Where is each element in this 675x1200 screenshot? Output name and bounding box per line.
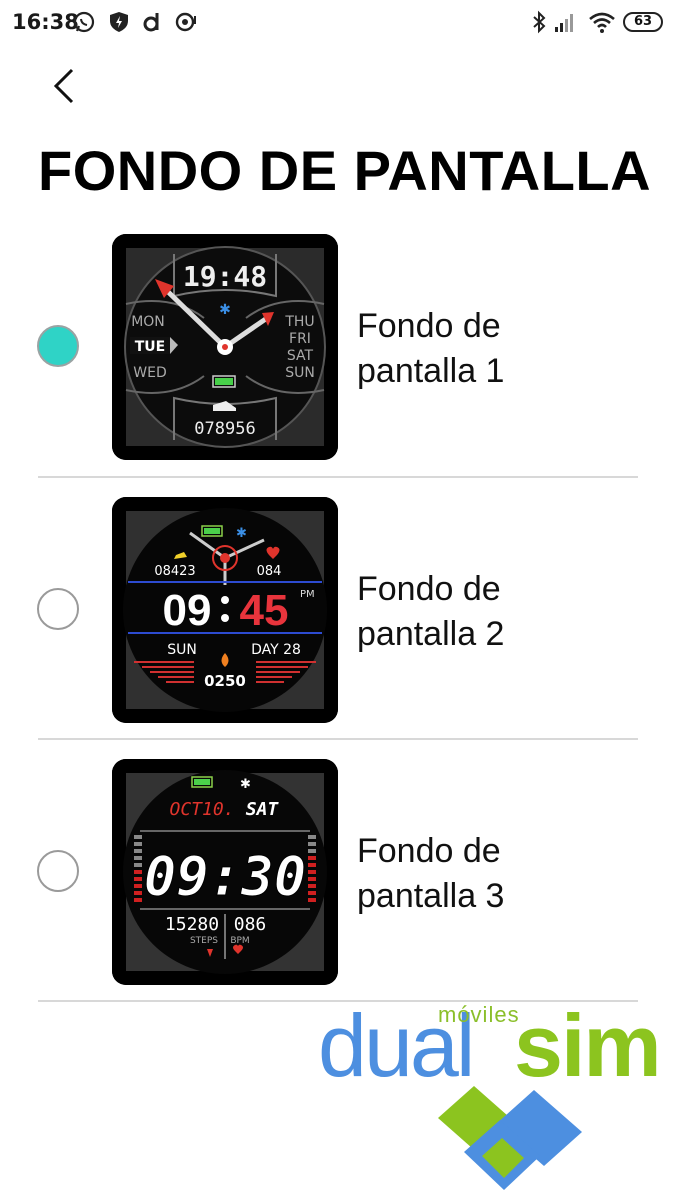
watch-face-thumbnail-1[interactable]: 19:48 ✱ MON TUE WED THU FRI SAT SUN 0789…	[112, 234, 338, 460]
watch-face-thumbnail-3[interactable]: ✱ OCT10. SAT 09:30 15280 086 STEPS BPM	[112, 759, 338, 985]
wallpaper-item-2[interactable]: ✱ 08423 084 09 45 PM SUN DAY 28 0250 Fon…	[0, 477, 675, 740]
back-button[interactable]	[44, 62, 84, 110]
radio-button-1[interactable]	[37, 325, 79, 367]
radio-button-3[interactable]	[37, 850, 79, 892]
face1-day-thu: THU	[284, 314, 314, 330]
wallpaper-item-3[interactable]: ✱ OCT10. SAT 09:30 15280 086 STEPS BPM F…	[0, 739, 675, 1002]
camera-app-icon	[175, 12, 196, 32]
bluetooth-icon	[533, 10, 546, 34]
wifi-icon	[589, 12, 615, 33]
face3-time: 09:30	[144, 845, 307, 908]
watermark-diamond-icon	[438, 1086, 582, 1190]
face1-day-mon: MON	[131, 314, 165, 330]
face1-day-sat: SAT	[287, 348, 314, 364]
watermark-text-moviles: móviles	[438, 1002, 520, 1027]
face2-calories: 0250	[204, 672, 246, 690]
face1-day-fri: FRI	[289, 331, 311, 347]
status-bar: 16:38 63	[0, 0, 675, 46]
battery-indicator: 63	[623, 12, 663, 32]
wallpaper-label-2: Fondo de pantalla 2	[357, 570, 505, 653]
whatsapp-icon	[73, 11, 95, 33]
face1-steps: 078956	[194, 419, 255, 439]
page-title: FONDO DE PANTALLA	[38, 139, 652, 202]
face2-steps: 08423	[154, 564, 195, 579]
face2-hour: 09	[163, 586, 212, 635]
face3-bpm: 086	[234, 914, 267, 935]
face3-date: OCT10.	[169, 799, 234, 820]
watermark-text-sim: sim	[514, 996, 662, 1095]
shield-icon	[110, 12, 128, 32]
face3-bt-icon: ✱	[240, 777, 251, 792]
face2-minute: 45	[240, 586, 289, 635]
signal-icon	[555, 14, 573, 32]
face2-ampm: PM	[300, 589, 315, 600]
status-time: 16:38	[12, 10, 79, 34]
watch-face-2-graphic: ✱ 08423 084 09 45 PM SUN DAY 28 0250	[112, 497, 338, 723]
watermark-logo: dual sim móviles	[318, 1000, 675, 1200]
face1-day-wed: WED	[133, 365, 166, 381]
face1-day-sun: SUN	[285, 365, 315, 381]
face2-bt-icon: ✱	[236, 526, 247, 541]
face1-bt-icon: ✱	[219, 302, 231, 318]
face2-day: SUN	[167, 642, 197, 658]
face2-heart: 084	[257, 564, 282, 579]
face1-day-tue: TUE	[135, 339, 165, 355]
wallpaper-item-1[interactable]: 19:48 ✱ MON TUE WED THU FRI SAT SUN 0789…	[0, 215, 675, 478]
face3-bpm-label: BPM	[230, 936, 249, 946]
face3-steps-label: STEPS	[190, 936, 218, 946]
wallpaper-label-3: Fondo de pantalla 3	[357, 832, 505, 915]
face2-date: DAY 28	[251, 642, 301, 658]
watch-face-3-graphic: ✱ OCT10. SAT 09:30 15280 086 STEPS BPM	[112, 759, 338, 985]
radio-button-2[interactable]	[37, 588, 79, 630]
chevron-left-icon	[53, 68, 74, 104]
d-app-icon	[143, 13, 159, 32]
watch-face-1-graphic: 19:48 ✱ MON TUE WED THU FRI SAT SUN 0789…	[112, 234, 338, 460]
watch-face-thumbnail-2[interactable]: ✱ 08423 084 09 45 PM SUN DAY 28 0250	[112, 497, 338, 723]
face3-steps: 15280	[165, 914, 219, 935]
face3-day: SAT	[246, 799, 280, 820]
wallpaper-label-1: Fondo de pantalla 1	[357, 307, 505, 390]
face1-time: 19:48	[183, 260, 267, 293]
